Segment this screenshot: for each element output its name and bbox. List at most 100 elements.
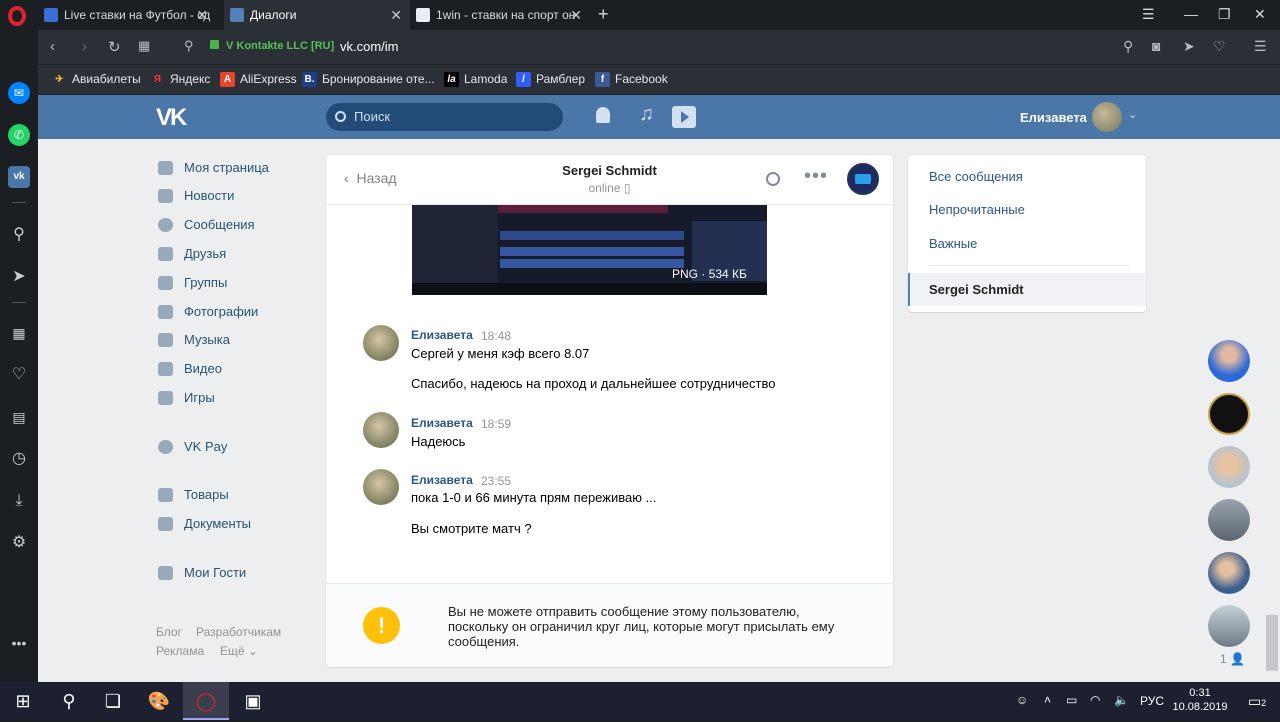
settings-gear-icon[interactable]: ⚙ (8, 532, 30, 554)
task-view-icon[interactable]: ❏ (90, 682, 136, 720)
bookmark-booking[interactable]: B. Бронирование оте... (302, 72, 435, 87)
music-note-icon[interactable]: ♫ (639, 103, 654, 126)
downloads-icon[interactable]: ⤓ (8, 490, 30, 512)
windows-start-icon[interactable]: ⊞ (0, 682, 46, 720)
close-window-icon[interactable]: ✕ (1254, 6, 1266, 23)
friend-avatar[interactable] (1208, 393, 1250, 435)
bookmark-yandex[interactable]: Я Яндекс (150, 72, 210, 86)
nav-messages[interactable]: Сообщения (156, 214, 316, 236)
play-icon[interactable] (672, 106, 696, 128)
send-icon[interactable]: ➤ (1183, 38, 1195, 55)
nav-photos[interactable]: Фотографии (156, 301, 316, 323)
vk-logo-icon[interactable]: VK (156, 104, 187, 132)
site-identity[interactable]: V Kontakte LLC [RU] (226, 40, 334, 52)
more-icon[interactable]: ••• (804, 165, 828, 188)
forward-icon[interactable]: › (82, 38, 87, 55)
wifi-icon[interactable]: ◠ (1090, 693, 1100, 707)
bookmark-lamoda[interactable]: la Lamoda (444, 72, 507, 87)
message-time[interactable]: 18:59 (481, 417, 511, 431)
bookmark-rambler[interactable]: / Рамблер (516, 72, 585, 87)
message-time[interactable]: 18:48 (481, 329, 511, 343)
scrollbar[interactable] (1266, 615, 1278, 671)
friend-avatar[interactable] (1208, 499, 1250, 541)
vk-messenger-icon[interactable]: vk (8, 166, 30, 188)
bookmarks-heart-icon[interactable]: ♡ (8, 364, 30, 386)
nav-friends[interactable]: Друзья (156, 243, 316, 265)
avatar[interactable] (363, 412, 399, 448)
url-input[interactable]: vk.com/im (340, 39, 399, 54)
nav-vk-pay[interactable]: VK Pay (156, 436, 316, 458)
messenger-icon[interactable]: ✉ (8, 82, 30, 104)
bookmark-facebook[interactable]: f Facebook (595, 72, 668, 87)
tab-dialogs[interactable]: Диалоги ✕ (224, 0, 410, 30)
tab-live-bets[interactable]: Live ставки на Футбол - сд ✕ (38, 0, 216, 30)
close-tab-icon[interactable]: ✕ (570, 0, 582, 30)
friend-avatar[interactable] (1208, 340, 1250, 382)
filter-important[interactable]: Важные (929, 236, 977, 251)
reload-icon[interactable]: ↻ (108, 38, 121, 56)
minimize-icon[interactable]: — (1184, 6, 1198, 22)
easy-setup-icon[interactable]: ☰ (1254, 38, 1267, 55)
avatar[interactable] (363, 325, 399, 361)
avatar[interactable] (363, 469, 399, 505)
nav-music[interactable]: Музыка (156, 329, 316, 351)
snapshot-icon[interactable]: ◙ (1152, 38, 1160, 54)
nav-my-page[interactable]: Моя страница (156, 157, 316, 179)
chevron-up-icon[interactable]: ˄ (1044, 693, 1051, 707)
nav-news[interactable]: Новости (156, 185, 316, 207)
friend-avatar[interactable] (1208, 446, 1250, 488)
footer-ads-link[interactable]: Реклама (156, 644, 204, 658)
paint-app-icon[interactable]: 🎨 (136, 682, 182, 720)
tab-1win[interactable]: 1win - ставки на спорт он ✕ (410, 0, 590, 30)
heart-icon[interactable]: ♡ (1213, 38, 1226, 55)
active-dialog-item[interactable]: Sergei Schmidt (908, 273, 1146, 306)
nav-documents[interactable]: Документы (156, 513, 316, 535)
sidebar-more-icon[interactable]: ••• (8, 632, 30, 654)
new-tab-button[interactable]: + (598, 4, 609, 25)
friend-avatar[interactable] (1208, 605, 1250, 647)
people-icon[interactable]: ☺ (1016, 693, 1028, 707)
sidebar-send-icon[interactable]: ➤ (8, 266, 30, 288)
volume-icon[interactable]: 🔈 (1114, 693, 1129, 707)
back-icon[interactable]: ‹ (50, 38, 55, 55)
nav-goods[interactable]: Товары (156, 484, 316, 506)
speed-dial-icon[interactable]: ▦ (138, 38, 150, 54)
maximize-icon[interactable]: ❐ (1218, 6, 1231, 23)
close-tab-icon[interactable]: ✕ (390, 0, 402, 30)
message-author[interactable]: Елизавета (411, 416, 473, 430)
opera-taskbar-icon[interactable]: ◯ (183, 682, 229, 720)
bookmark-aviabilety[interactable]: ✈ Авиабилеты (52, 72, 140, 86)
taskbar-search-icon[interactable]: ⚲ (46, 682, 92, 720)
message-author[interactable]: Елизавета (411, 328, 473, 342)
footer-more-link[interactable]: Ещё ⌄ (220, 644, 258, 658)
avatar[interactable] (847, 163, 879, 195)
close-tab-icon[interactable]: ✕ (196, 0, 208, 30)
sidebar-search-icon[interactable]: ⚲ (8, 224, 30, 246)
filter-all-messages[interactable]: Все сообщения (929, 169, 1023, 184)
user-name[interactable]: Елизавета (1020, 110, 1087, 125)
avatar[interactable] (1092, 102, 1122, 132)
nav-groups[interactable]: Группы (156, 272, 316, 294)
chevron-down-icon[interactable]: ⌄ (1128, 108, 1137, 121)
nav-games[interactable]: Игры (156, 387, 316, 409)
message-author[interactable]: Елизавета (411, 473, 473, 487)
speed-dial-sidebar-icon[interactable]: ▦ (8, 322, 30, 344)
zoom-icon[interactable]: ⚲ (1123, 38, 1133, 55)
photos-app-icon[interactable]: ▣ (230, 682, 276, 720)
search-icon[interactable] (766, 172, 780, 186)
whatsapp-icon[interactable]: ✆ (8, 124, 30, 146)
notifications-icon[interactable]: ▭2 (1234, 682, 1280, 720)
language-indicator[interactable]: РУС (1140, 694, 1164, 708)
friends-online-count[interactable]: 1 👤 (1220, 652, 1245, 666)
search-input[interactable]: Поиск (326, 103, 563, 131)
opera-logo-icon[interactable] (8, 6, 26, 26)
network-icon[interactable]: ▭ (1066, 693, 1077, 707)
footer-blog-link[interactable]: Блог (156, 625, 182, 639)
search-icon[interactable]: ⚲ (184, 38, 194, 54)
message-time[interactable]: 23:55 (481, 474, 511, 488)
friend-avatar[interactable] (1208, 552, 1250, 594)
nav-guests[interactable]: Мои Гости (156, 562, 316, 584)
filter-unread[interactable]: Непрочитанные (929, 202, 1025, 217)
bell-icon[interactable] (596, 107, 610, 123)
bookmark-aliexpress[interactable]: A AliExpress (220, 72, 297, 87)
